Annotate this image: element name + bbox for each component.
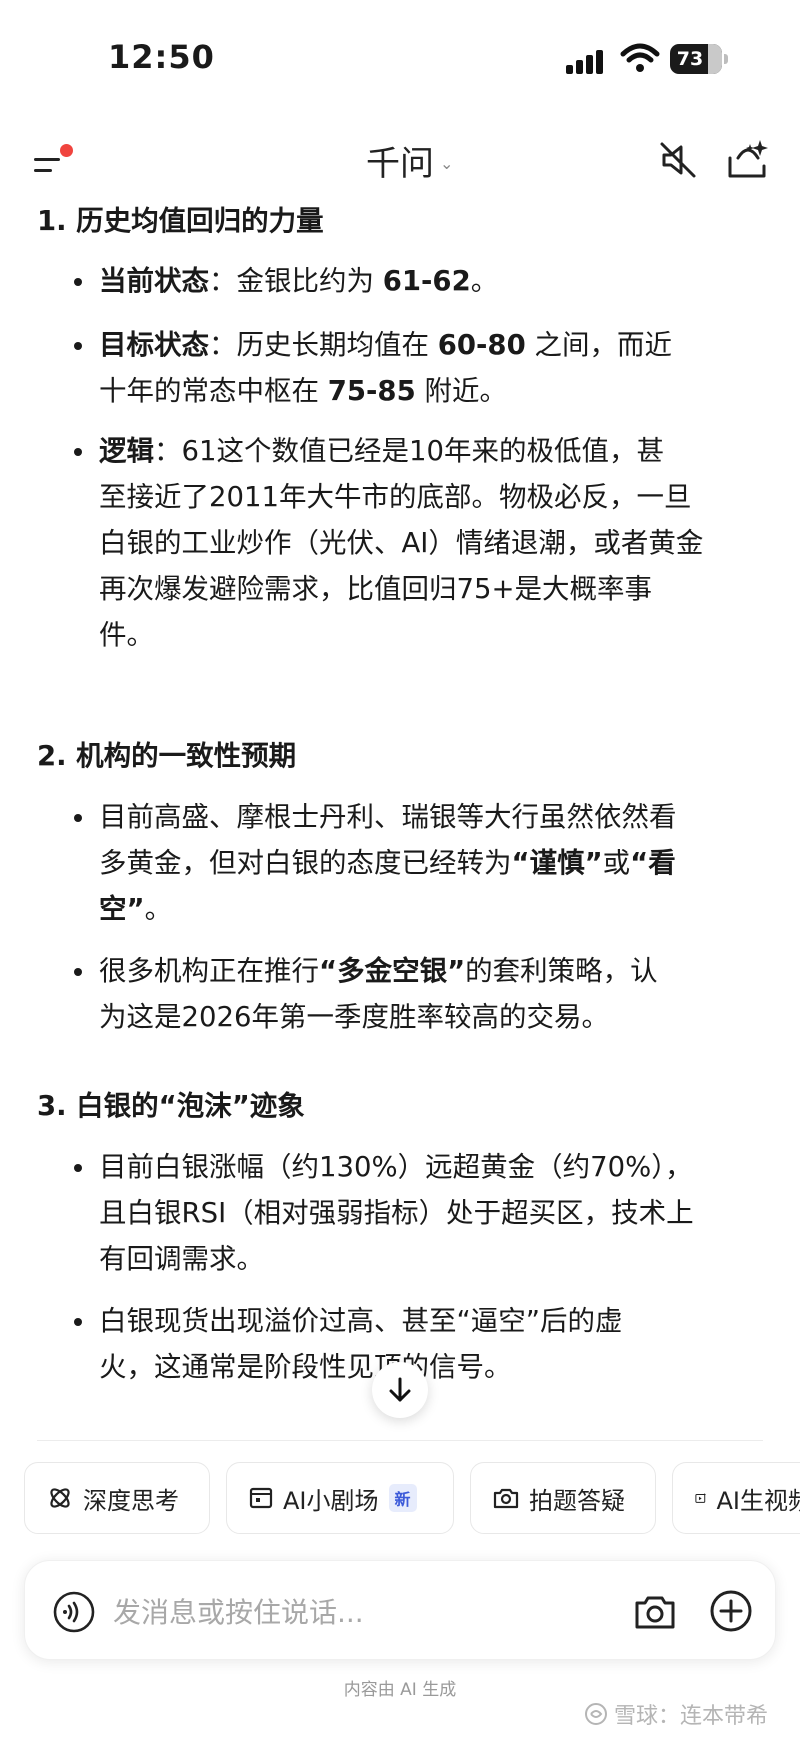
status-time: 12:50 (108, 38, 215, 76)
text-run: 。 (470, 265, 499, 297)
item-line: 目前白银涨幅（约130%）远超黄金（约70%）， (99, 1144, 693, 1191)
new-chat-sparkle-icon[interactable] (724, 136, 772, 184)
divider (37, 1440, 763, 1441)
text-run: 的套利策略，认 (465, 955, 658, 987)
bold-text: “谨慎” (511, 847, 603, 879)
wifi-icon (620, 43, 660, 72)
status-bar: 12:50 73 (0, 0, 800, 120)
snowball-logo-icon (585, 1703, 607, 1725)
arrow-down-icon (389, 1377, 411, 1402)
ai-disclaimer: 内容由 AI 生成 (343, 1680, 457, 1700)
battery-icon: 73 (670, 44, 728, 74)
theater-icon (249, 1487, 273, 1509)
speaker-mute-icon[interactable] (656, 138, 700, 182)
chip-label: 深度思考 (83, 1486, 179, 1515)
scroll-to-bottom-button[interactable] (372, 1362, 428, 1418)
text-run: 件。 (99, 619, 154, 651)
chat-screen: 12:50 73 千问 ⌄ 1. 历史均值回归的力量 当前状态：金银比约为 61… (0, 0, 800, 1738)
new-badge: 新 (388, 1484, 417, 1512)
text-run: ：61这个数值已经是10年来的极低值，甚 (154, 435, 664, 467)
item-line: 目前高盛、摩根士丹利、瑞银等大行虽然依然看 (99, 794, 677, 841)
item-line: 为这是2026年第一季度胜率较高的交易。 (99, 994, 609, 1041)
text-run: 目前高盛、摩根士丹利、瑞银等大行虽然依然看 (99, 801, 677, 833)
text-run: 十年的常态中枢在 (99, 375, 328, 407)
chip-label: AI生视频 (716, 1486, 800, 1515)
menu-button[interactable] (30, 142, 78, 182)
message-composer (24, 1560, 776, 1660)
bold-text: “看 (630, 847, 676, 879)
text-run: 有回调需求。 (99, 1243, 264, 1275)
item-line: 当前状态：金银比约为 61-62。 (99, 258, 498, 305)
item-line: 十年的常态中枢在 75-85 附近。 (99, 368, 507, 415)
text-run: 火，这通常是阶段性见顶的信号。 (99, 1351, 512, 1383)
text-run: 至接近了2011年大牛市的底部。物极必反，一旦 (99, 481, 692, 513)
text-run: 之间，而近 (525, 329, 672, 361)
watermark-text: 雪球：连本带希 (614, 1704, 769, 1729)
ai-theater-chip[interactable]: AI小剧场 新 (226, 1462, 454, 1534)
app-title: 千问 (366, 143, 434, 184)
item-line: 空”。 (99, 886, 172, 933)
bold-text: “多金空银” (319, 955, 466, 987)
camera-icon[interactable] (633, 1591, 677, 1633)
section-heading: 2. 机构的一致性预期 (37, 740, 297, 772)
bold-text: 60-80 (437, 329, 526, 361)
add-icon[interactable] (709, 1589, 753, 1633)
voice-input-icon[interactable] (53, 1591, 95, 1633)
bold-text: 空” (99, 893, 145, 925)
bold-text: 当前状态 (99, 265, 209, 297)
item-line: 有回调需求。 (99, 1236, 264, 1283)
text-run: 且白银RSI（相对强弱指标）处于超买区，技术上 (99, 1197, 694, 1229)
item-line: 至接近了2011年大牛市的底部。物极必反，一旦 (99, 474, 691, 521)
text-run: 目前白银涨幅（约130%）远超黄金（约70%）， (99, 1151, 693, 1183)
photo-question-icon (493, 1488, 519, 1509)
text-run: ：金银比约为 (209, 265, 383, 297)
item-line: 且白银RSI（相对强弱指标）处于超买区，技术上 (99, 1190, 694, 1237)
model-selector[interactable]: 千问 ⌄ (366, 138, 454, 184)
ai-video-icon (695, 1493, 707, 1503)
deep-think-icon (50, 1488, 70, 1508)
item-line: 再次爆发避险需求，比值回归75+是大概率事 (99, 566, 652, 613)
item-line: 逻辑：61这个数值已经是10年来的极低值，甚 (99, 428, 664, 475)
section-heading: 3. 白银的“泡沫”迹象 (37, 1090, 305, 1122)
item-line: 件。 (99, 612, 154, 659)
message-input[interactable] (113, 1591, 593, 1633)
notification-dot (60, 144, 73, 157)
text-run: 多黄金，但对白银的态度已经转为 (99, 847, 512, 879)
chip-label: 拍题答疑 (529, 1486, 625, 1515)
deep-think-chip[interactable]: 深度思考 (24, 1462, 210, 1534)
battery-level: 73 (676, 48, 704, 70)
item-line: 多黄金，但对白银的态度已经转为“谨慎”或“看 (99, 840, 676, 887)
text-run: 附近。 (415, 375, 507, 407)
text-run: 为这是2026年第一季度胜率较高的交易。 (99, 1001, 609, 1033)
item-line: 白银的工业炒作（光伏、AI）情绪退潮，或者黄金 (99, 520, 703, 567)
section-heading: 1. 历史均值回归的力量 (37, 205, 324, 237)
chip-label: AI小剧场 (283, 1486, 379, 1515)
bold-text: 目标状态 (99, 329, 209, 361)
item-line: 很多机构正在推行“多金空银”的套利策略，认 (99, 948, 658, 995)
text-run: 很多机构正在推行 (99, 955, 319, 987)
text-run: ：历史长期均值在 (209, 329, 438, 361)
bold-text: 逻辑 (99, 435, 154, 467)
app-header: 千问 ⌄ (0, 120, 800, 200)
item-line: 火，这通常是阶段性见顶的信号。 (99, 1344, 512, 1391)
text-run: 白银的工业炒作（光伏、AI）情绪退潮，或者黄金 (99, 527, 704, 559)
bold-text: 75-85 (327, 375, 416, 407)
chevron-down-icon: ⌄ (440, 153, 454, 173)
cellular-signal-icon (566, 48, 606, 74)
bold-text: 61-62 (382, 265, 471, 297)
text-run: 。 (144, 893, 173, 925)
watermark: 雪球：连本带希 (584, 1698, 768, 1730)
ai-video-chip[interactable]: AI生视频 (672, 1462, 800, 1534)
photo-question-chip[interactable]: 拍题答疑 (470, 1462, 656, 1534)
text-run: 或 (602, 847, 631, 879)
text-run: 再次爆发避险需求，比值回归75+是大概率事 (99, 573, 653, 605)
item-line: 白银现货出现溢价过高、甚至“逼空”后的虚 (99, 1298, 623, 1345)
item-line: 目标状态：历史长期均值在 60-80 之间，而近 (99, 322, 672, 369)
text-run: 白银现货出现溢价过高、甚至“逼空”后的虚 (99, 1305, 623, 1337)
